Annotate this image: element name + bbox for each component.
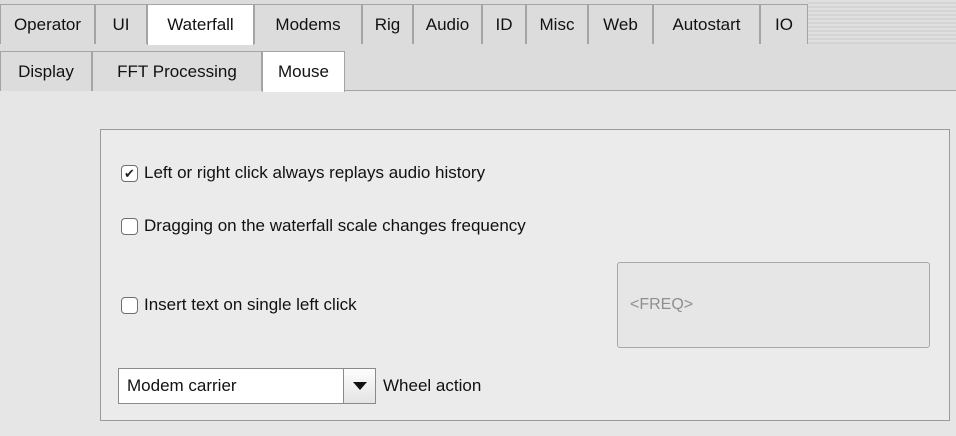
tab-fft-processing[interactable]: FFT Processing: [92, 51, 262, 91]
drag-scale-checkbox[interactable]: [121, 217, 138, 235]
main-tab-bar: Operator UI Waterfall Modems Rig Audio I…: [0, 0, 956, 45]
tab-bar-filler: [808, 0, 956, 44]
waterfall-sub-tab-bar: Display FFT Processing Mouse: [0, 44, 956, 92]
tab-misc[interactable]: Misc: [526, 4, 588, 44]
tab-modems[interactable]: Modems: [254, 4, 362, 44]
mouse-settings-panel: ✔ Left or right click always replays aud…: [0, 91, 956, 436]
tab-waterfall[interactable]: Waterfall: [147, 4, 254, 45]
wheel-action-dropdown-button[interactable]: [344, 368, 376, 404]
tab-io[interactable]: IO: [760, 4, 808, 44]
wheel-action-value: Modem carrier: [127, 376, 237, 395]
tab-web[interactable]: Web: [588, 4, 653, 44]
insert-text-label: Insert text on single left click: [144, 295, 357, 314]
insert-text-value: <FREQ>: [630, 296, 694, 313]
triangle-down-icon: [352, 382, 367, 390]
drag-scale-option[interactable]: Dragging on the waterfall scale changes …: [121, 215, 526, 237]
tab-display[interactable]: Display: [0, 51, 92, 91]
tab-autostart[interactable]: Autostart: [653, 4, 760, 44]
tab-operator[interactable]: Operator: [0, 4, 95, 44]
replay-history-label: Left or right click always replays audio…: [144, 163, 486, 182]
waterfall-mouse-config: Operator UI Waterfall Modems Rig Audio I…: [0, 0, 956, 436]
tab-id[interactable]: ID: [482, 4, 526, 44]
wheel-action-select[interactable]: Modem carrier: [118, 368, 344, 404]
wheel-action-label: Wheel action: [383, 376, 482, 395]
tab-rig[interactable]: Rig: [362, 4, 413, 44]
tab-ui[interactable]: UI: [95, 4, 147, 44]
tab-audio[interactable]: Audio: [413, 4, 482, 44]
insert-text-field[interactable]: <FREQ>: [617, 262, 930, 348]
check-icon: ✔: [124, 165, 135, 181]
insert-text-checkbox[interactable]: [121, 296, 138, 314]
mouse-options-group: ✔ Left or right click always replays aud…: [100, 129, 950, 421]
drag-scale-label: Dragging on the waterfall scale changes …: [144, 216, 526, 235]
replay-history-option[interactable]: ✔ Left or right click always replays aud…: [121, 162, 485, 184]
replay-history-checkbox[interactable]: ✔: [121, 164, 138, 182]
insert-text-option[interactable]: Insert text on single left click: [121, 294, 357, 316]
tab-mouse[interactable]: Mouse: [262, 51, 345, 92]
wheel-action-row: Modem carrier Wheel action: [118, 368, 481, 404]
